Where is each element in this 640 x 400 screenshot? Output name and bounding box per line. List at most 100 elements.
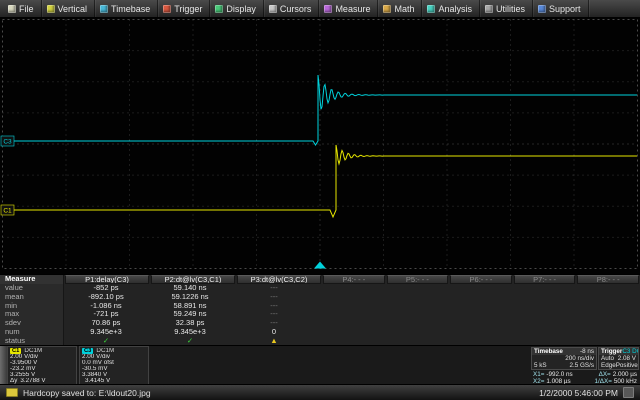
measure-cell: --- (270, 292, 278, 301)
measure-cell: --- (270, 319, 278, 328)
menu-item-trigger[interactable]: Trigger (158, 0, 211, 17)
measure-cell (510, 319, 575, 328)
measure-panel-title: Measure (0, 275, 64, 284)
menu-item-label: Display (226, 3, 256, 14)
measure-cell (446, 328, 511, 337)
measure-cell: 58.891 ns (173, 301, 207, 310)
measure-cell (510, 293, 575, 302)
timebase-scale: 200 ns/div (565, 355, 594, 362)
trigger-mode: Auto (601, 355, 614, 362)
analysis-icon (427, 4, 436, 13)
measure-cell (575, 319, 640, 328)
menu-item-file[interactable]: File (3, 0, 42, 17)
menu-item-display[interactable]: Display (210, 0, 264, 17)
bottom-info-area: C1 DC1M 2.00 V/div -3.9500 V -23.2 mV 3.… (0, 345, 640, 385)
vertical-icon (46, 4, 55, 13)
menu-item-support[interactable]: Support (533, 0, 589, 17)
menu-item-utilities[interactable]: Utilities (480, 0, 533, 17)
trigger-icon (163, 4, 172, 13)
measure-cell (316, 310, 381, 319)
trigger-time-marker[interactable] (314, 261, 326, 269)
waveform-svg: C3 C1 (0, 19, 638, 269)
measure-row-min: min -1.086 ns 58.891 ns --- (0, 301, 640, 311)
measure-row-max: max -721 ps 59.249 ns --- (0, 310, 640, 320)
x1-readout: X1= -992.0 ns (533, 371, 573, 378)
menu-item-math[interactable]: Math (378, 0, 423, 17)
measure-cell (316, 302, 381, 311)
measure-row-label: max (0, 310, 64, 320)
menu-item-label: Cursors (279, 3, 312, 14)
timebase-rate: 2.5 GS/s (569, 362, 595, 369)
menu-item-measure[interactable]: Measure (319, 0, 379, 17)
measure-cell: 9.345e+3 (174, 328, 206, 337)
menu-item-label: File (19, 3, 34, 14)
status-corner-icon[interactable] (623, 387, 634, 398)
measure-row-mean: mean -892.10 ps 59.1226 ns --- (0, 292, 640, 302)
measure-col-header-p6[interactable]: P6:- - - (450, 275, 512, 284)
status-bar: Hardcopy saved to: E:\ldout20.jpg 1/2/20… (0, 384, 640, 400)
measure-col-header-p1[interactable]: P1:delay(C3) (65, 275, 149, 284)
timebase-sampling-row: 5 kS 2.5 GS/s (532, 362, 596, 369)
measure-icon (324, 4, 333, 13)
measure-cell (446, 293, 511, 302)
channel-descriptor-c1[interactable]: C1 DC1M 2.00 V/div -3.9500 V -23.2 mV 3.… (7, 346, 77, 385)
measure-cell (381, 319, 446, 328)
timebase-title: Timebase (534, 348, 563, 355)
measure-col-header-p2[interactable]: P2:dt@lv(C3,C1) (151, 275, 235, 284)
measure-cell: 32.38 ps (175, 319, 205, 328)
measure-cell (381, 328, 446, 337)
measure-cell (446, 310, 511, 319)
cursor-x-readouts: X1= -992.0 ns ΔX= 2.000 µs X2= 1.008 µs … (531, 371, 639, 385)
measure-row-label: mean (0, 292, 64, 302)
trigger-level: 2.08 V (617, 355, 636, 362)
measure-col-header-p7[interactable]: P7:- - - (513, 275, 576, 284)
measure-col-header-p5[interactable]: P5:- - - (386, 275, 449, 284)
hardcopy-icon (6, 388, 18, 397)
measure-cell (381, 293, 446, 302)
measure-cell: 70.86 ps (91, 319, 121, 328)
measure-cell (446, 319, 511, 328)
trace-label-c3: C3 (3, 139, 12, 146)
oscilloscope-screen: File Vertical Timebase Trigger Display Cursor… (0, 0, 640, 400)
measure-cell (381, 284, 446, 293)
measure-panel: Measure P1:delay(C3) P2:dt@lv(C3,C1) P3:dt@… (0, 274, 640, 346)
measure-cell: -1.086 ns (90, 301, 122, 310)
menu-item-analysis[interactable]: Analysis (422, 0, 480, 17)
measure-col-header-p4[interactable]: P4:- - - (323, 275, 385, 284)
delta-x-value: 2.000 µs (612, 371, 637, 378)
timebase-scale-row: 200 ns/div (532, 355, 596, 362)
x1-row: X1= -992.0 ns ΔX= 2.000 µs (531, 371, 639, 378)
menu-item-label: Timebase (111, 3, 151, 14)
menu-item-label: Vertical (57, 3, 88, 14)
measure-cell (510, 328, 575, 337)
measure-col-header-p8[interactable]: P8:- - - (577, 275, 639, 284)
measure-row-num: num 9.345e+3 9.345e+3 0 (0, 328, 640, 337)
measure-cell (510, 284, 575, 293)
trigger-panel[interactable]: Trigger C3 DC Auto 2.08 V Edge Positive (598, 347, 639, 370)
measure-cell (446, 284, 511, 293)
trigger-slope: Positive (615, 362, 638, 369)
waveform-area[interactable]: C3 C1 (0, 17, 640, 274)
timebase-samples: 5 kS (534, 362, 547, 369)
measure-col-header-p3[interactable]: P3:dt@lv(C3,C2) (237, 275, 321, 284)
measure-row-value: value -852 ps 59.140 ns --- (0, 283, 640, 293)
menu-item-vertical[interactable]: Vertical (42, 0, 96, 17)
measure-row-label: value (0, 283, 64, 293)
measure-cell (575, 328, 640, 337)
channel-descriptor-c3[interactable]: C3 DC1M 2.00 V/div 0.0 mV ofst -30.5 mV … (79, 346, 149, 385)
measure-cell (381, 310, 446, 319)
math-icon (383, 4, 392, 13)
trigger-mode-row: Auto 2.08 V (599, 355, 638, 362)
menu-item-timebase[interactable]: Timebase (95, 0, 159, 17)
measure-cell: 59.1226 ns (171, 292, 209, 301)
timebase-panel[interactable]: Timebase -8 ns 200 ns/div 5 kS 2.5 GS/s (531, 347, 597, 370)
menu-item-label: Utilities (495, 3, 525, 14)
measure-cell: -852 ps (93, 283, 119, 292)
display-icon (215, 4, 224, 13)
trigger-source: C3 DC (622, 348, 638, 355)
menu-item-cursors[interactable]: Cursors (264, 0, 320, 17)
timebase-offset: -8 ns (580, 348, 594, 355)
measure-cell: -892.10 ps (88, 292, 124, 301)
menu-item-label: Support (549, 3, 581, 14)
cursors-icon (268, 4, 277, 13)
